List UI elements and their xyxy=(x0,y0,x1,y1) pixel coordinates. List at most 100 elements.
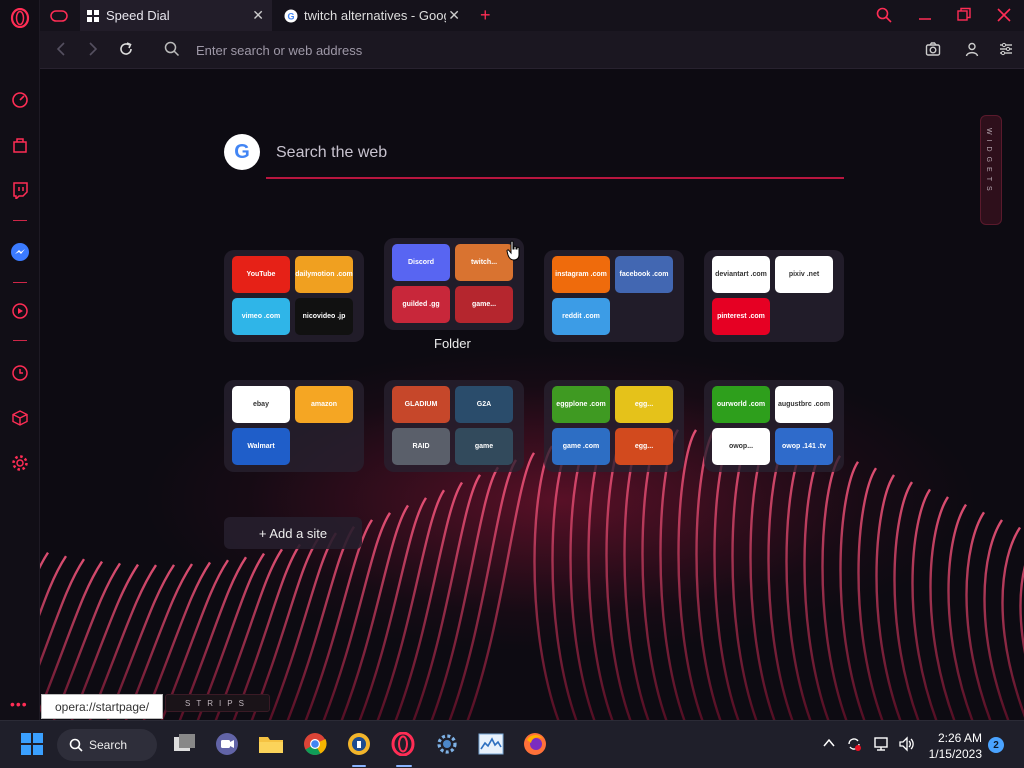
speed-dial-folder[interactable]: Discord twitch... guilded .gg game... xyxy=(384,238,524,330)
back-icon[interactable] xyxy=(54,41,68,57)
search-icon xyxy=(69,738,83,752)
speed-dial-tile[interactable]: guilded .gg xyxy=(392,286,450,323)
opera-gx-taskbar-icon[interactable] xyxy=(390,731,416,757)
speed-dial-tile[interactable]: reddit .com xyxy=(552,298,610,335)
speed-dial-tile[interactable]: Walmart xyxy=(232,428,290,465)
speed-dial-tile[interactable]: G2A xyxy=(455,386,513,423)
speed-dial-tile[interactable]: ebay xyxy=(232,386,290,423)
svg-text:G: G xyxy=(288,11,295,21)
show-hidden-icons-chevron-icon[interactable] xyxy=(822,736,836,750)
speed-dial-tile[interactable]: Discord xyxy=(392,244,450,281)
history-icon[interactable] xyxy=(8,361,32,385)
speed-dial-tile[interactable]: pixiv .net xyxy=(775,256,833,293)
reload-icon[interactable] xyxy=(118,41,134,57)
close-tab-icon[interactable]: ✕ xyxy=(250,7,266,24)
speed-dial-tile[interactable]: twitch... xyxy=(455,244,513,281)
speed-dial-group[interactable]: deviantart .com pixiv .net pinterest .com xyxy=(704,250,844,342)
snapshot-camera-icon[interactable] xyxy=(925,41,941,57)
speed-dial-tile[interactable]: game .com xyxy=(552,428,610,465)
search-tabs-icon[interactable] xyxy=(876,7,892,23)
speed-dial-tile[interactable]: owop .141 .tv xyxy=(775,428,833,465)
task-manager-icon[interactable] xyxy=(478,731,504,757)
settings-gear-icon[interactable] xyxy=(8,451,32,475)
sidebar-divider xyxy=(13,282,27,283)
tab-speed-dial[interactable]: Speed Dial ✕ xyxy=(80,0,272,31)
player-icon[interactable] xyxy=(8,299,32,323)
web-search-input[interactable] xyxy=(276,142,836,164)
search-underline xyxy=(266,177,844,179)
opera-logo-icon[interactable] xyxy=(8,6,32,30)
speed-dial-tile[interactable]: dailymotion .com xyxy=(295,256,353,293)
speed-dial-tile[interactable]: augustbrc .com xyxy=(775,386,833,423)
close-window-icon[interactable] xyxy=(996,7,1012,23)
web-search-box: G xyxy=(224,134,844,184)
forward-icon[interactable] xyxy=(86,41,100,57)
speed-dial-tile[interactable]: instagram .com xyxy=(552,256,610,293)
taskbar-search-button[interactable]: Search xyxy=(57,729,157,761)
speed-dial-group[interactable]: ebay amazon Walmart xyxy=(224,380,364,472)
address-input[interactable] xyxy=(196,40,696,60)
close-tab-icon[interactable]: ✕ xyxy=(446,7,462,24)
add-site-button[interactable]: + Add a site xyxy=(224,517,362,549)
new-tab-icon[interactable]: + xyxy=(480,5,491,26)
wave-line xyxy=(965,511,992,720)
speed-dial-icon[interactable] xyxy=(8,88,32,112)
speed-dial-tile[interactable]: owop... xyxy=(712,428,770,465)
notification-badge[interactable]: 2 xyxy=(988,737,1004,753)
speed-dial-tile[interactable]: deviantart .com xyxy=(712,256,770,293)
speed-dial-tile[interactable]: YouTube xyxy=(232,256,290,293)
speed-dial-tile[interactable]: game... xyxy=(455,286,513,323)
vpn-app-icon[interactable] xyxy=(346,731,372,757)
speed-dial-tile[interactable]: amazon xyxy=(295,386,353,423)
sidebar-divider xyxy=(13,220,27,221)
sync-icon[interactable] xyxy=(846,736,862,752)
wave-line xyxy=(983,519,1010,720)
network-icon[interactable] xyxy=(873,736,889,752)
speed-dial-tile[interactable]: eggplone .com xyxy=(552,386,610,423)
sidebar-divider xyxy=(13,340,27,341)
speed-dial-tile[interactable]: egg... xyxy=(615,428,673,465)
speed-dial-tile[interactable]: egg... xyxy=(615,386,673,423)
wave-line xyxy=(893,481,920,720)
easy-setup-icon[interactable] xyxy=(998,41,1014,57)
search-icon xyxy=(164,41,180,57)
windows-start-icon[interactable] xyxy=(19,731,45,757)
sidebar-more-icon[interactable]: ••• xyxy=(10,696,28,712)
system-clock[interactable]: 2:26 AM 1/15/2023 xyxy=(920,730,982,762)
chrome-icon[interactable] xyxy=(302,731,328,757)
speed-dial-tile[interactable]: vimeo .com xyxy=(232,298,290,335)
bag-icon[interactable] xyxy=(8,133,32,157)
teams-chat-icon[interactable] xyxy=(214,731,240,757)
speed-dial-tile[interactable]: facebook .com xyxy=(615,256,673,293)
gx-control-icon[interactable] xyxy=(40,0,78,31)
settings-gear-icon[interactable] xyxy=(434,731,460,757)
speed-dial-tile[interactable]: ourworld .com xyxy=(712,386,770,423)
speed-dial-group[interactable]: ourworld .com augustbrc .com owop... owop .… xyxy=(704,380,844,472)
tab-twitch-alternatives[interactable]: G twitch alternatives - Google ✕ xyxy=(278,0,468,31)
speed-dial-group[interactable]: YouTube dailymotion .com vimeo .com nicovid… xyxy=(224,250,364,342)
volume-icon[interactable] xyxy=(898,736,914,752)
wave-line xyxy=(1019,565,1024,654)
speed-dial-tile[interactable]: pinterest .com xyxy=(712,298,770,335)
speed-dial-tile[interactable]: GLADIUM xyxy=(392,386,450,423)
task-view-icon[interactable] xyxy=(171,731,197,757)
wave-line xyxy=(929,496,956,720)
twitch-icon[interactable] xyxy=(8,178,32,202)
speed-dial-group[interactable]: eggplone .com egg... game .com egg... xyxy=(544,380,684,472)
speed-dial-tile[interactable]: game xyxy=(455,428,513,465)
wave-line xyxy=(466,452,535,720)
extensions-cube-icon[interactable] xyxy=(8,406,32,430)
minimize-icon[interactable] xyxy=(917,7,933,23)
speed-dial-tile[interactable]: RAID xyxy=(392,428,450,465)
messenger-icon[interactable] xyxy=(8,240,32,264)
speed-dial-group[interactable]: GLADIUM G2A RAID game xyxy=(384,380,524,472)
clock-time: 2:26 AM xyxy=(937,731,982,745)
restore-icon[interactable] xyxy=(956,7,972,23)
speed-dial-tile[interactable]: nicovideo .jp xyxy=(295,298,353,335)
speed-dial-group[interactable]: instagram .com facebook .com reddit .com xyxy=(544,250,684,342)
account-icon[interactable] xyxy=(964,41,980,57)
widgets-toggle[interactable]: WIDGETS xyxy=(980,115,1002,225)
strips-toggle[interactable]: STRIPS xyxy=(165,694,270,712)
file-explorer-icon[interactable] xyxy=(258,731,284,757)
firefox-icon[interactable] xyxy=(522,731,548,757)
